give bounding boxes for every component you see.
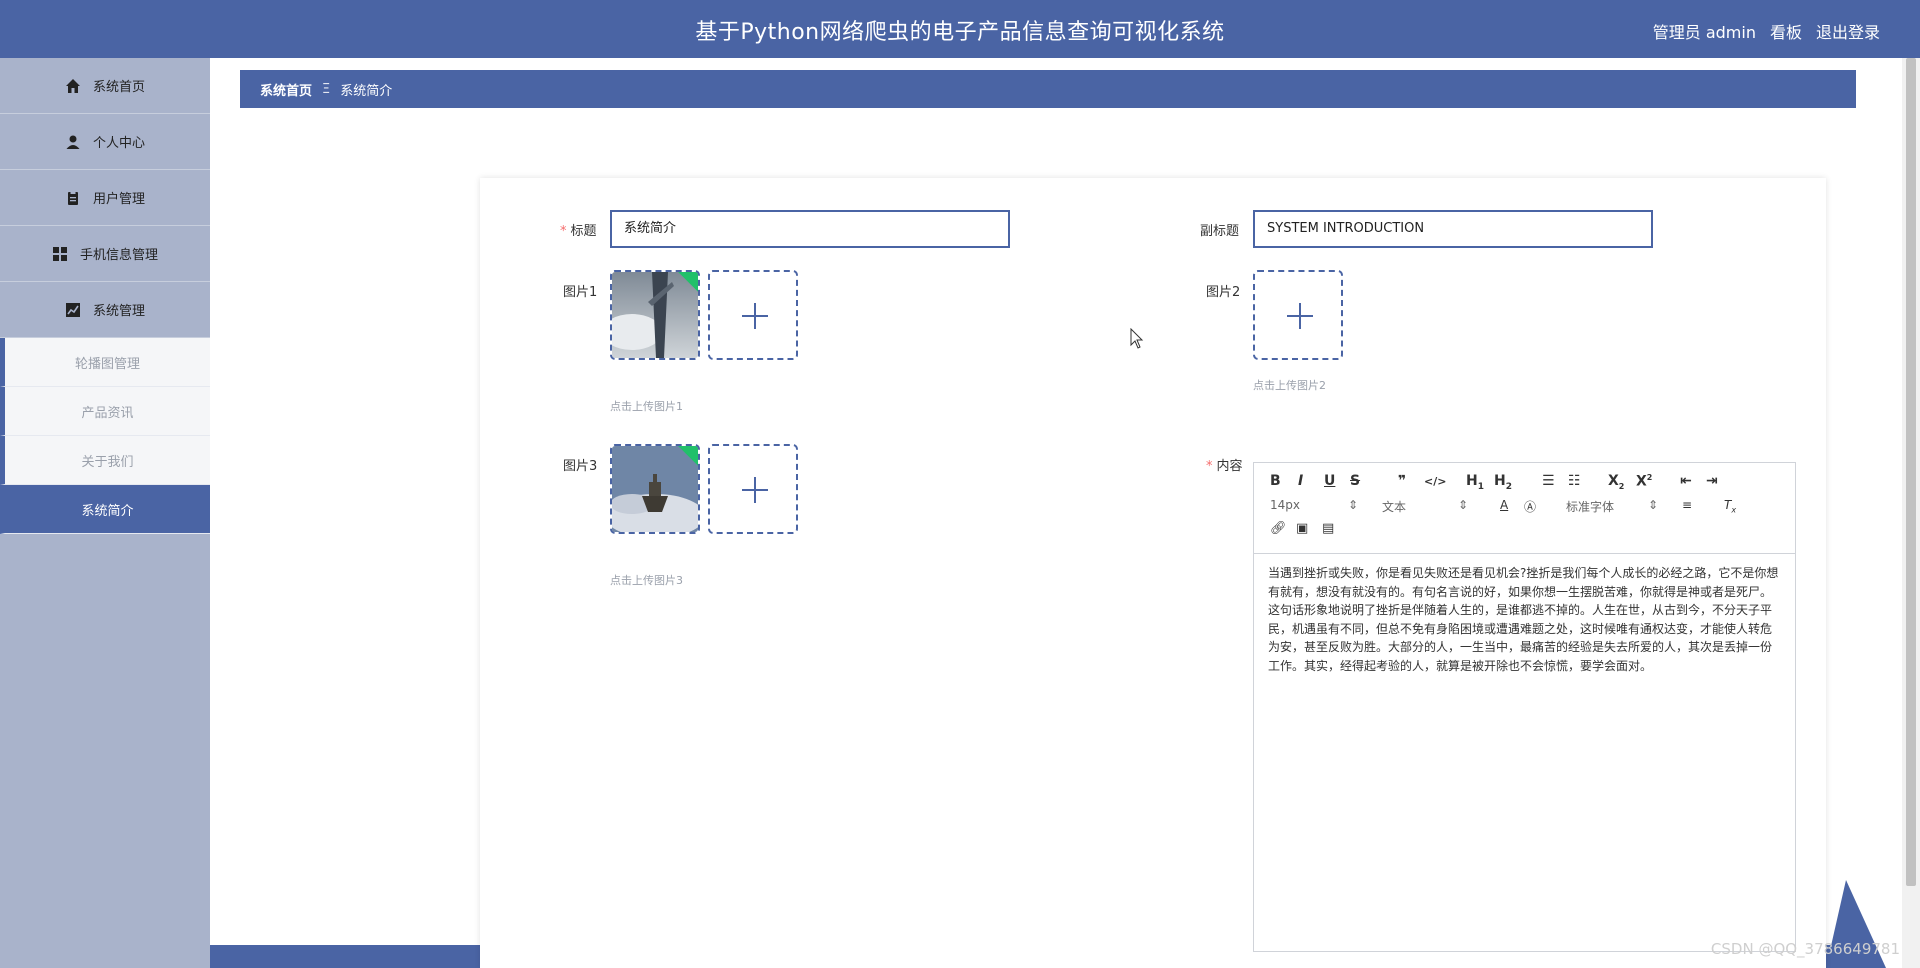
align-icon[interactable]: ≡ [1682, 498, 1692, 512]
image3-thumbnail[interactable] [610, 444, 700, 534]
user-icon [66, 135, 80, 149]
required-mark: * [1206, 459, 1213, 474]
code-icon[interactable]: </> [1424, 475, 1446, 488]
image3-upload-button[interactable] [708, 444, 798, 534]
image3-hint: 点击上传图片3 [610, 574, 683, 587]
image1-hint: 点击上传图片1 [610, 400, 683, 413]
sidebar-item-system[interactable]: 系统管理 [0, 282, 210, 338]
chevron-updown-icon: ⇕ [1348, 498, 1359, 512]
chevron-updown-icon: ⇕ [1458, 498, 1469, 512]
font-family-select[interactable]: 标准字体 [1566, 498, 1614, 515]
top-bar: 基于Python网络爬虫的电子产品信息查询可视化系统 管理员 admin 看板 … [0, 0, 1920, 58]
required-mark: * [560, 224, 567, 239]
sidebar-subitem-news[interactable]: 产品资讯 [0, 387, 210, 436]
indent-icon[interactable]: ⇥ [1706, 473, 1718, 489]
h1-icon[interactable]: H1 [1466, 473, 1484, 492]
image1-thumbnail[interactable] [610, 270, 700, 360]
sidebar-item-users[interactable]: 用户管理 [0, 170, 210, 226]
title-input[interactable]: 系统简介 [610, 210, 1010, 248]
link-icon[interactable]: 🔗︎ [1270, 521, 1287, 536]
plus-icon-vertical [1299, 303, 1301, 329]
wind-turbine-image [612, 272, 698, 358]
paragraph-select[interactable]: 文本 [1382, 498, 1406, 515]
image2-hint: 点击上传图片2 [1253, 379, 1326, 392]
plus-icon-vertical [754, 477, 756, 503]
sidebar: 系统首页 个人中心 用户管理 手机信息管理 系统管理 轮播图管理 产品资讯 关于… [0, 58, 210, 968]
header-actions: 管理员 admin 看板 退出登录 [1653, 19, 1880, 43]
image2-label: 图片2 [1206, 285, 1241, 300]
font-size-select[interactable]: 14px [1270, 498, 1300, 512]
clear-format-icon[interactable]: Tx [1724, 498, 1736, 514]
admin-label: 管理员 admin [1652, 23, 1756, 42]
logout-link[interactable]: 退出登录 [1816, 19, 1880, 43]
clipboard-icon [67, 190, 78, 205]
h2-icon[interactable]: H2 [1494, 473, 1512, 492]
page-scrollbar[interactable] [1902, 58, 1920, 968]
subscript-icon[interactable]: X2 [1608, 473, 1624, 491]
blockquote-icon[interactable]: ❞ [1398, 473, 1406, 489]
breadcrumb: 系统首页 Ξ 系统简介 [240, 70, 1856, 108]
mouse-pointer-icon [1130, 328, 1144, 349]
home-icon [65, 78, 80, 93]
watermark: CSDN @QQ_3786649781 [1710, 940, 1900, 958]
sidebar-item-home[interactable]: 系统首页 [0, 58, 210, 114]
image-icon[interactable]: ▣ [1296, 521, 1308, 536]
chart-icon [65, 302, 80, 317]
image1-label: 图片1 [563, 285, 598, 300]
chevron-updown-icon: ⇕ [1648, 498, 1659, 512]
sidebar-item-label: 手机信息管理 [79, 248, 158, 263]
sidebar-item-label: 系统管理 [92, 304, 145, 319]
bullet-list-icon[interactable]: ☷ [1568, 473, 1581, 489]
ordered-list-icon[interactable]: ☰ [1542, 473, 1555, 489]
superscript-icon[interactable]: X2 [1636, 473, 1652, 490]
scrollbar-thumb[interactable] [1906, 58, 1916, 886]
breadcrumb-home[interactable]: 系统首页 [260, 80, 312, 99]
sidebar-item-profile[interactable]: 个人中心 [0, 114, 210, 170]
plus-icon-vertical [754, 303, 756, 329]
sidebar-item-label: 系统首页 [92, 80, 145, 95]
editor-toolbar: B I U S ❞ </> H1 H2 ☰ ☷ X2 X2 ⇤ ⇥ 14px ⇕… [1254, 463, 1795, 554]
sidebar-item-label: 用户管理 [92, 192, 145, 207]
app-title: 基于Python网络爬虫的电子产品信息查询可视化系统 [695, 20, 1225, 45]
bold-icon[interactable]: B [1270, 473, 1281, 489]
underline-icon[interactable]: U [1324, 473, 1335, 489]
image1-upload-button[interactable] [708, 270, 798, 360]
board-link[interactable]: 看板 [1770, 19, 1802, 43]
floating-castle-image [612, 446, 698, 532]
strike-icon[interactable]: S [1350, 473, 1360, 489]
sidebar-subitem-about[interactable]: 关于我们 [0, 436, 210, 485]
italic-icon[interactable]: I [1298, 473, 1303, 489]
breadcrumb-separator: Ξ [322, 81, 331, 97]
breadcrumb-current: 系统简介 [340, 83, 393, 99]
outdent-icon[interactable]: ⇤ [1680, 473, 1692, 489]
subtitle-label: 副标题 [1200, 224, 1240, 239]
grid-icon [52, 246, 67, 261]
image2-upload-button[interactable] [1253, 270, 1343, 360]
background-color-icon[interactable]: Ⓐ [1524, 498, 1536, 515]
editor-content[interactable]: 当遇到挫折或失败，你是看见失败还是看见机会?挫折是我们每个人成长的必经之路，它不… [1254, 554, 1795, 685]
video-icon[interactable]: ▤ [1322, 521, 1334, 536]
image3-label: 图片3 [563, 459, 598, 474]
content-label: * 内容 [1206, 459, 1243, 474]
sidebar-subitem-intro[interactable]: 系统简介 [0, 485, 210, 534]
subtitle-input[interactable]: SYSTEM INTRODUCTION [1253, 210, 1653, 248]
sidebar-subitem-carousel[interactable]: 轮播图管理 [0, 338, 210, 387]
title-label: * 标题 [560, 224, 597, 239]
rich-text-editor[interactable]: B I U S ❞ </> H1 H2 ☰ ☷ X2 X2 ⇤ ⇥ 14px ⇕… [1253, 462, 1796, 952]
sidebar-item-phone-info[interactable]: 手机信息管理 [0, 226, 210, 282]
sidebar-item-label: 个人中心 [92, 136, 145, 151]
font-color-icon[interactable]: A [1500, 498, 1508, 512]
